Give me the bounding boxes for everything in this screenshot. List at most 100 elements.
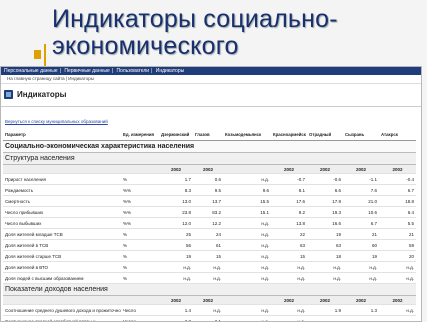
value-cell: н.д.	[307, 273, 343, 284]
table-row: Прирост населения%1.70.6н.д.-0.7-0.6-1.1…	[3, 174, 416, 185]
param-cell: Доля жителей в ВТО	[3, 262, 121, 273]
value-cell	[223, 218, 235, 229]
col-city-1: Дзержинский	[159, 128, 193, 141]
value-cell	[223, 316, 235, 322]
value-cell: н.д.	[159, 273, 193, 284]
value-cell: 21.0	[343, 196, 379, 207]
value-cell: 6.4	[379, 207, 416, 218]
page-title: Индикаторы	[17, 90, 66, 99]
param-cell: Доля жителей старше ТСВ	[3, 251, 121, 262]
value-cell: н.д.	[379, 305, 416, 316]
value-cell: 6.7	[343, 218, 379, 229]
table-row: Смертность%%13.013.715.517.617.921.018.8	[3, 196, 416, 207]
value-cell	[307, 316, 343, 322]
unit-cell: %%	[121, 218, 159, 229]
subsection-header: Показатели доходов населения	[3, 284, 416, 296]
value-cell: н.д.	[379, 273, 416, 284]
value-cell: 19	[307, 229, 343, 240]
value-cell: 7.6	[343, 185, 379, 196]
value-cell: 15.1	[235, 207, 271, 218]
subsection-header: Структура населения	[3, 153, 416, 165]
value-cell: 63	[307, 240, 343, 251]
value-cell: 2002	[307, 296, 343, 305]
value-cell	[223, 251, 235, 262]
col-city-3: Козьмодемьянск	[223, 128, 271, 141]
value-cell: 15.5	[235, 196, 271, 207]
unit-cell: %	[121, 240, 159, 251]
value-cell: 25	[159, 229, 193, 240]
back-link[interactable]: Вернуться к списку муниципальных образов…	[1, 116, 421, 128]
value-cell: 13.0	[159, 196, 193, 207]
section-header: Социально-экономическая характеристика н…	[3, 141, 416, 153]
value-cell: н.д.	[235, 305, 271, 316]
indicators-table: Параметр Ед. измерения Дзержинский Глазо…	[3, 128, 416, 322]
value-cell: 63	[271, 240, 307, 251]
param-cell: Рождаемость	[3, 185, 121, 196]
value-cell: 61	[193, 240, 223, 251]
value-cell: н.д.	[235, 262, 271, 273]
value-cell: 19.3	[307, 207, 343, 218]
table-header-row: Параметр Ед. измерения Дзержинский Глазо…	[3, 128, 416, 141]
value-cell: 2.1	[193, 316, 223, 322]
col-city-2: Глазов	[193, 128, 223, 141]
title-accent-line	[44, 44, 46, 66]
nav-indicators[interactable]: Индикаторы	[156, 68, 184, 74]
page-header: Индикаторы	[1, 84, 421, 107]
value-cell	[223, 165, 235, 174]
value-cell: н.д.	[235, 229, 271, 240]
table-row: Доля жителей младше ТСВ%2524н.д.22192121	[3, 229, 416, 240]
scrollbar[interactable]	[421, 67, 422, 321]
value-cell: н.д.	[193, 273, 223, 284]
table-row: Соотношение среднего душевого дохода и п…	[3, 305, 416, 316]
value-cell: н.д.	[307, 262, 343, 273]
value-cell	[379, 316, 416, 322]
value-cell: н.д.	[193, 262, 223, 273]
value-cell: 16.6	[307, 218, 343, 229]
value-cell: 17.6	[271, 196, 307, 207]
param-cell: Число прибывших	[3, 207, 121, 218]
value-cell: 22	[271, 229, 307, 240]
value-cell: 2002	[379, 165, 416, 174]
breadcrumb[interactable]: На главную страницу сайта | Индикаторы	[1, 75, 421, 84]
value-cell: н.д.	[235, 240, 271, 251]
nav-personal-data[interactable]: Персональные данные	[4, 68, 58, 74]
value-cell	[223, 296, 235, 305]
unit-cell: %%	[121, 207, 159, 218]
value-cell: 9.6	[235, 185, 271, 196]
nav-primary-data[interactable]: Первичные данные	[64, 68, 109, 74]
value-cell	[343, 316, 379, 322]
value-cell: 2002	[307, 165, 343, 174]
value-cell: н.д.	[235, 273, 271, 284]
value-cell: 1.7	[159, 174, 193, 185]
unit-cell: Число	[121, 305, 159, 316]
value-cell: н.д.	[271, 305, 307, 316]
value-cell: 21	[379, 229, 416, 240]
value-cell: 56	[159, 240, 193, 251]
unit-cell	[121, 165, 159, 174]
unit-cell	[121, 296, 159, 305]
nav-users[interactable]: Пользователи	[116, 68, 149, 74]
table-row: Соотношение средней заработной платы иЧи…	[3, 316, 416, 322]
param-cell: Число выбывших	[3, 218, 121, 229]
value-cell: -0.6	[307, 174, 343, 185]
unit-cell: %%	[121, 185, 159, 196]
value-cell: 1.9	[307, 305, 343, 316]
unit-cell: %%	[121, 196, 159, 207]
value-cell: 6.7	[379, 185, 416, 196]
col-city-4: Красноармейск	[271, 128, 307, 141]
value-cell: 20	[379, 251, 416, 262]
value-cell: 2002	[159, 165, 193, 174]
unit-cell: %	[121, 273, 159, 284]
unit-cell: %	[121, 262, 159, 273]
value-cell: н.д.	[271, 262, 307, 273]
value-cell: н.д.	[235, 218, 271, 229]
value-cell	[223, 207, 235, 218]
value-cell: 2002	[271, 165, 307, 174]
unit-cell: Число	[121, 316, 159, 322]
param-cell	[3, 296, 121, 305]
value-cell: 2002	[193, 296, 223, 305]
value-cell: 1.3	[343, 305, 379, 316]
param-cell: Соотношение средней заработной платы и	[3, 316, 121, 322]
value-cell: 21	[343, 229, 379, 240]
value-cell: н.д.	[343, 273, 379, 284]
